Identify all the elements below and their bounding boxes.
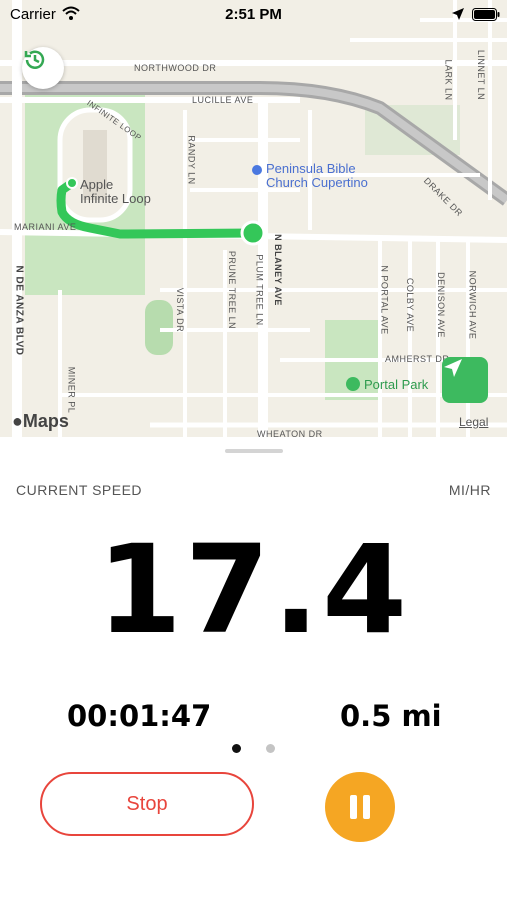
street-wheaton: WHEATON DR [257, 429, 323, 437]
history-button[interactable] [22, 47, 64, 89]
poi-apple-line2: Infinite Loop [80, 191, 151, 206]
maps-logo-text: Maps [22, 411, 69, 431]
pause-button[interactable] [325, 772, 395, 842]
elapsed-time: 00:01:47 [67, 699, 212, 733]
poi-apple-line1: Apple [80, 177, 114, 192]
poi-portal-park[interactable]: Portal Park [364, 378, 428, 392]
street-portal: N PORTAL AVE [379, 265, 390, 335]
poi-park-line1: Portal Park [364, 377, 429, 392]
poi-church-line1: Peninsula Bible [266, 161, 356, 176]
status-bar: Carrier 2:51 PM [0, 0, 507, 30]
street-de-anza: N DE ANZA BLVD [13, 265, 25, 356]
history-icon [24, 50, 45, 69]
street-randy: RANDY LN [186, 135, 197, 185]
street-lucille: LUCILLE AVE [192, 95, 254, 105]
stop-button[interactable]: Stop [40, 772, 254, 836]
distance-value: 0.5 mi [340, 699, 442, 733]
street-denison: DENISON AVE [435, 272, 446, 338]
apple-logo-icon: ● [12, 411, 23, 431]
location-arrow-icon [452, 8, 464, 20]
speed-unit-label[interactable]: MI/HR [449, 482, 491, 498]
map-view[interactable]: Apple Infinite Loop Peninsula Bible Chur… [0, 0, 507, 437]
recenter-location-button[interactable] [442, 357, 488, 403]
street-vista: VISTA DR [175, 287, 186, 333]
street-amherst: AMHERST DR [385, 354, 450, 364]
street-mariani: MARIANI AVE [14, 222, 77, 232]
street-northwood: NORTHWOOD DR [134, 63, 217, 73]
maps-logo: ●Maps [12, 411, 69, 432]
street-norwich: NORWICH AVE [467, 270, 478, 340]
poi-apple[interactable]: Apple Infinite Loop [80, 178, 151, 206]
poi-peninsula-bible-church[interactable]: Peninsula Bible Church Cupertino [266, 162, 368, 190]
street-miner: MINER PL [66, 366, 77, 414]
street-blaney: N BLANEY AVE [272, 234, 283, 306]
street-lark: LARK LN [443, 59, 454, 101]
page-indicator-dot[interactable] [266, 744, 275, 753]
legal-link[interactable]: Legal [459, 415, 488, 429]
sheet-grabber[interactable] [225, 449, 283, 453]
current-speed-label: CURRENT SPEED [16, 482, 143, 498]
street-plum-tree: PLUM TREE LN [254, 254, 265, 326]
street-prune-tree: PRUNE TREE LN [227, 250, 238, 330]
street-linnet: LINNET LN [476, 49, 487, 101]
battery-icon [472, 8, 500, 21]
navigation-arrow-icon [444, 359, 462, 377]
page-indicator-dot-active[interactable] [232, 744, 241, 753]
poi-church-line2: Church Cupertino [266, 175, 368, 190]
clock: 2:51 PM [225, 6, 282, 23]
pause-icon [350, 795, 370, 819]
street-colby: COLBY AVE [405, 277, 416, 333]
current-speed-value: 17.4 [96, 519, 410, 661]
